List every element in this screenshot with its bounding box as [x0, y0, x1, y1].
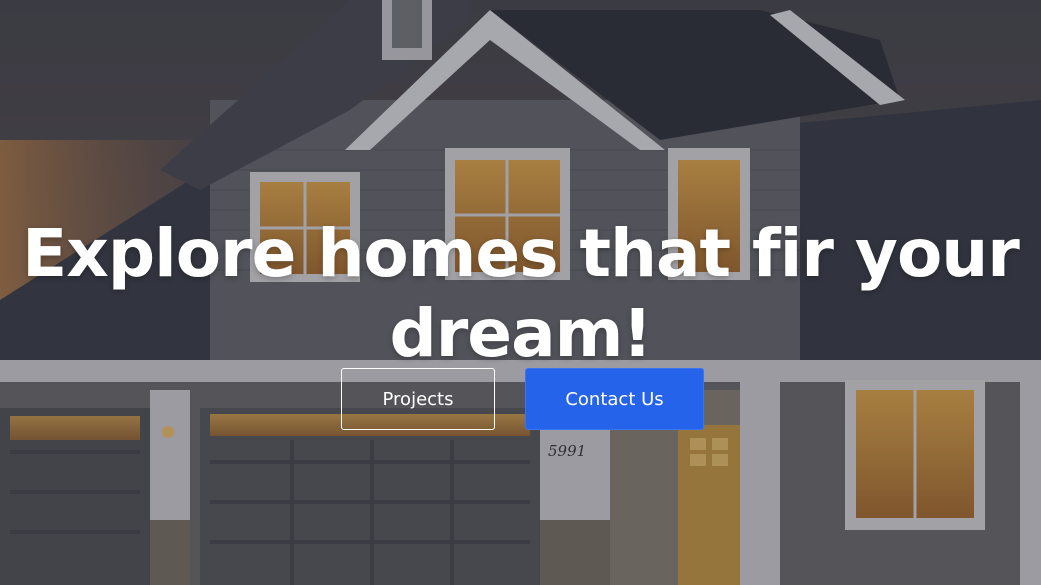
- projects-button[interactable]: Projects: [341, 368, 495, 430]
- headline-line-1: Explore homes that fir your: [22, 215, 1020, 292]
- hero-headline: Explore homes that fir your dream!: [20, 214, 1021, 374]
- hero-section: 5991 Explore homes that fir your dream! …: [0, 0, 1041, 585]
- contact-us-button-label: Contact Us: [565, 388, 664, 410]
- contact-us-button[interactable]: Contact Us: [525, 368, 704, 430]
- projects-button-label: Projects: [382, 388, 454, 410]
- headline-line-2: dream!: [389, 295, 653, 372]
